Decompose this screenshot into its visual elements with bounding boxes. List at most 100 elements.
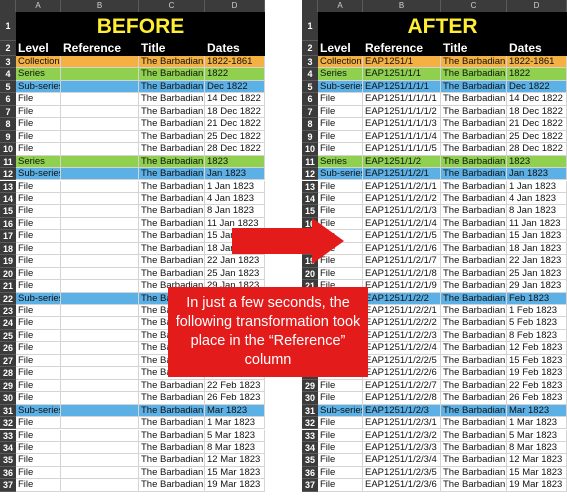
row-number[interactable]: 15: [0, 205, 16, 218]
cell-level[interactable]: Series: [16, 155, 61, 169]
cell-title[interactable]: The Barbadian: [139, 168, 205, 181]
row-number[interactable]: 21: [0, 280, 16, 293]
column-letter-b[interactable]: B: [61, 0, 139, 12]
row-number[interactable]: 29: [302, 379, 318, 393]
cell-level[interactable]: File: [16, 280, 61, 293]
cell-reference[interactable]: EAP1251/1/2/3/1: [363, 417, 441, 430]
cell-title[interactable]: The Barbadian: [441, 118, 507, 131]
cell-title[interactable]: The Barbadian: [441, 217, 507, 231]
cell-reference[interactable]: [61, 80, 139, 94]
cell-reference[interactable]: EAP1251/1/2/1/4: [363, 217, 441, 231]
column-letter-d[interactable]: D: [205, 0, 265, 12]
cell-reference[interactable]: EAP1251/1/2/3/6: [363, 479, 441, 492]
cell-dates[interactable]: Mar 1823: [507, 404, 567, 418]
cell-level[interactable]: File: [16, 180, 61, 193]
cell-level[interactable]: File: [318, 205, 363, 218]
row-number[interactable]: 22: [0, 292, 16, 305]
cell-title[interactable]: The Barbadian: [441, 305, 507, 318]
cell-dates[interactable]: 1 Jan 1823: [205, 180, 265, 193]
header-reference[interactable]: Reference: [363, 41, 441, 56]
cell-level[interactable]: File: [16, 429, 61, 442]
cell-level[interactable]: File: [318, 429, 363, 442]
cell-dates[interactable]: 22 Jan 1823: [507, 255, 567, 268]
cell-title[interactable]: The Barbadian: [139, 93, 205, 106]
cell-reference[interactable]: [61, 379, 139, 393]
cell-reference[interactable]: EAP1251/1/2/1/5: [363, 230, 441, 243]
row-number[interactable]: 31: [0, 404, 16, 418]
cell-level[interactable]: File: [16, 230, 61, 243]
cell-reference[interactable]: EAP1251/1/1/1: [363, 80, 441, 94]
cell-level[interactable]: File: [16, 105, 61, 119]
header-title[interactable]: Title: [139, 41, 205, 56]
cell-reference[interactable]: [61, 130, 139, 144]
cell-dates[interactable]: 25 Dec 1822: [507, 130, 567, 144]
cell-reference[interactable]: [61, 329, 139, 343]
cell-dates[interactable]: 1 Mar 1823: [205, 417, 265, 430]
cell-title[interactable]: The Barbadian: [441, 130, 507, 144]
row-number[interactable]: 13: [302, 180, 318, 193]
cell-dates[interactable]: 19 Mar 1823: [507, 479, 567, 492]
column-letter-c[interactable]: C: [139, 0, 205, 12]
cell-dates[interactable]: Mar 1823: [205, 404, 265, 418]
row-number[interactable]: 35: [302, 454, 318, 467]
row-number[interactable]: 33: [0, 429, 16, 442]
cell-level[interactable]: File: [318, 417, 363, 430]
cell-title[interactable]: The Barbadian: [441, 404, 507, 418]
row-number-2[interactable]: 2: [0, 41, 16, 56]
cell-reference[interactable]: EAP1251/1/1: [363, 68, 441, 81]
cell-dates[interactable]: Jan 1823: [205, 168, 265, 181]
cell-reference[interactable]: EAP1251/1/1/1/1: [363, 93, 441, 106]
cell-title[interactable]: The Barbadian: [441, 242, 507, 256]
cell-level[interactable]: File: [16, 118, 61, 131]
cell-title[interactable]: The Barbadian: [441, 180, 507, 193]
cell-title[interactable]: The Barbadian: [139, 68, 205, 81]
cell-dates[interactable]: 5 Feb 1823: [507, 317, 567, 330]
cell-reference[interactable]: [61, 105, 139, 119]
row-number[interactable]: 7: [302, 105, 318, 119]
cell-level[interactable]: Collection: [16, 56, 61, 69]
cell-title[interactable]: The Barbadian: [139, 217, 205, 231]
cell-title[interactable]: The Barbadian: [441, 255, 507, 268]
cell-reference[interactable]: [61, 68, 139, 81]
row-number[interactable]: 12: [302, 168, 318, 181]
cell-reference[interactable]: EAP1251/1/2/3/3: [363, 441, 441, 455]
cell-level[interactable]: Sub-series: [16, 404, 61, 418]
cell-dates[interactable]: 1 Feb 1823: [507, 305, 567, 318]
cell-level[interactable]: Sub-series: [318, 168, 363, 181]
cell-dates[interactable]: 12 Mar 1823: [507, 454, 567, 467]
cell-dates[interactable]: 8 Mar 1823: [507, 441, 567, 455]
header-dates[interactable]: Dates: [507, 41, 567, 56]
cell-reference[interactable]: [61, 367, 139, 380]
cell-reference[interactable]: EAP1251/1/2/2/6: [363, 367, 441, 380]
cell-level[interactable]: File: [16, 192, 61, 206]
cell-level[interactable]: File: [16, 417, 61, 430]
column-letter-d[interactable]: D: [507, 0, 567, 12]
cell-reference[interactable]: EAP1251/1/2/2/8: [363, 392, 441, 405]
cell-dates[interactable]: 1822: [507, 68, 567, 81]
cell-title[interactable]: The Barbadian: [441, 143, 507, 156]
cell-title[interactable]: The Barbadian: [139, 80, 205, 94]
row-number[interactable]: 30: [0, 392, 16, 405]
cell-reference[interactable]: EAP1251/1/2/2/2: [363, 317, 441, 330]
row-number[interactable]: 36: [302, 466, 318, 480]
cell-title[interactable]: The Barbadian: [441, 342, 507, 355]
row-number[interactable]: 8: [302, 118, 318, 131]
cell-reference[interactable]: EAP1251/1/1/1/5: [363, 143, 441, 156]
cell-dates[interactable]: 15 Feb 1823: [507, 354, 567, 368]
cell-title[interactable]: The Barbadian: [441, 479, 507, 492]
cell-title[interactable]: The Barbadian: [441, 429, 507, 442]
cell-dates[interactable]: Dec 1822: [205, 80, 265, 94]
row-number[interactable]: 4: [0, 68, 16, 81]
cell-level[interactable]: File: [16, 379, 61, 393]
cell-reference[interactable]: [61, 392, 139, 405]
cell-dates[interactable]: 8 Jan 1823: [507, 205, 567, 218]
cell-level[interactable]: File: [318, 192, 363, 206]
cell-level[interactable]: Sub-series: [16, 80, 61, 94]
cell-reference[interactable]: [61, 305, 139, 318]
cell-level[interactable]: File: [16, 267, 61, 281]
row-number[interactable]: 7: [0, 105, 16, 119]
cell-title[interactable]: The Barbadian: [139, 379, 205, 393]
cell-reference[interactable]: EAP1251/1/1/1/4: [363, 130, 441, 144]
cell-reference[interactable]: [61, 230, 139, 243]
cell-title[interactable]: The Barbadian: [139, 404, 205, 418]
